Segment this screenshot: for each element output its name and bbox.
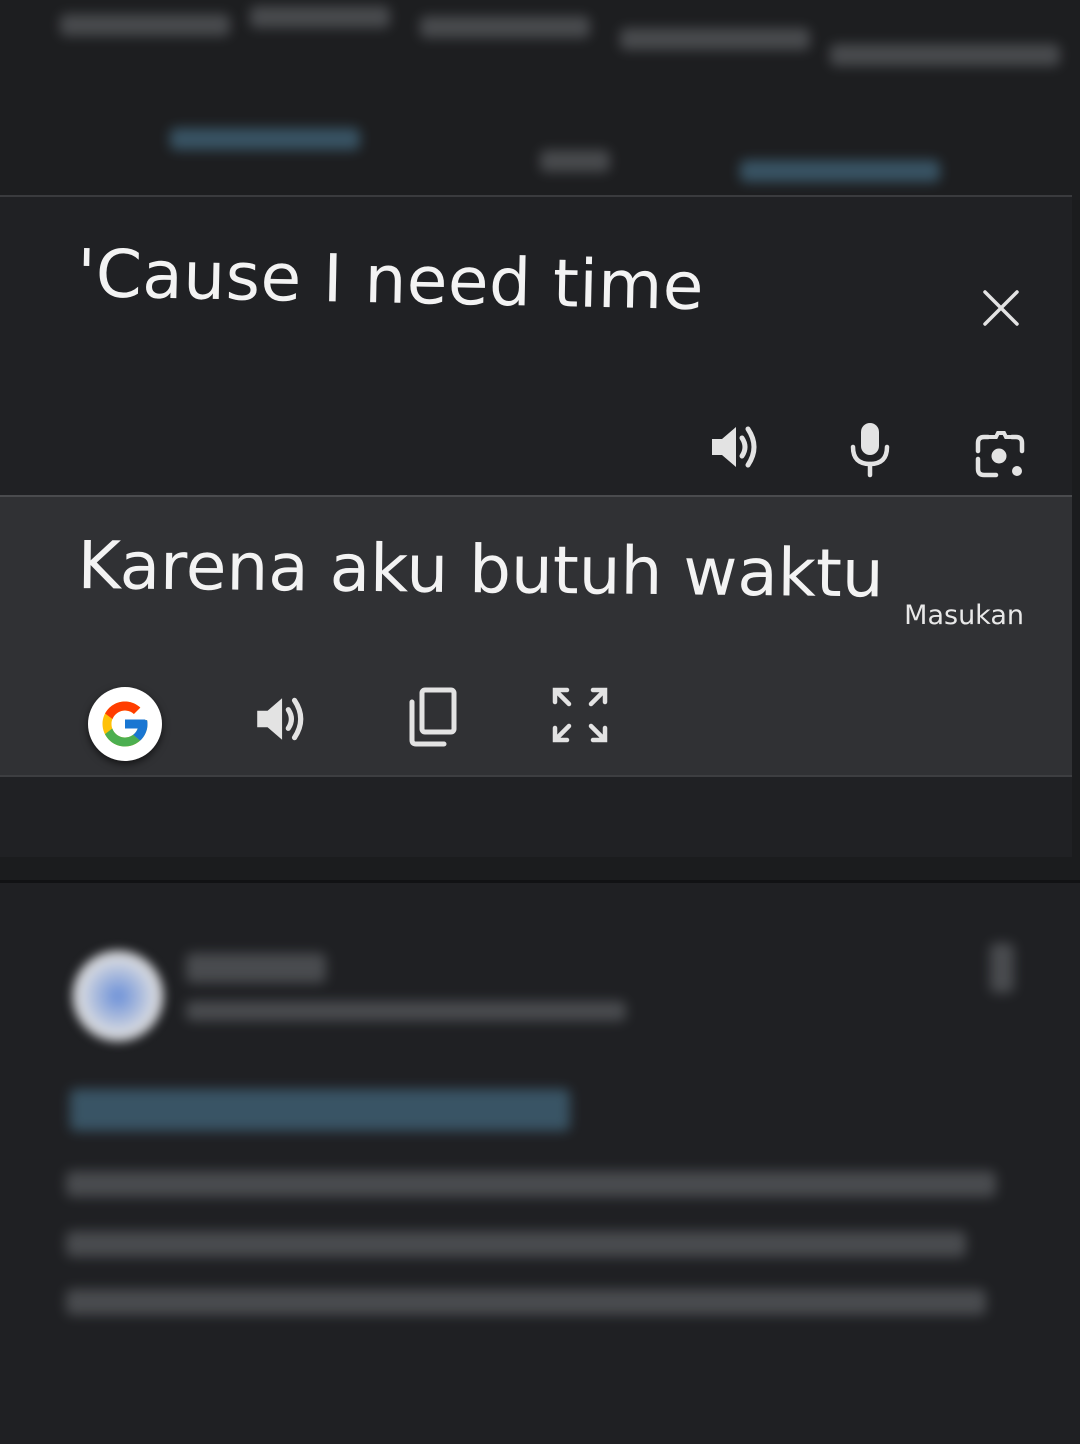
listen-source-button[interactable] <box>702 415 766 479</box>
translation-panel: Karena aku butuh waktu <box>0 495 1072 777</box>
translate-card: 'Cause I need time Karena aku butuh wakt… <box>0 195 1072 857</box>
camera-translate-button[interactable] <box>968 423 1032 487</box>
blurred-text <box>186 953 326 983</box>
google-logo-icon <box>102 701 148 747</box>
microphone-icon <box>850 423 890 478</box>
blurred-text <box>66 1289 986 1315</box>
blurred-text <box>620 28 810 50</box>
source-text[interactable]: 'Cause I need time <box>76 235 704 325</box>
blurred-background-top <box>0 0 1080 200</box>
blurred-text <box>66 1171 996 1197</box>
blurred-icon <box>990 943 1014 993</box>
fullscreen-icon <box>552 687 608 743</box>
blurred-text <box>420 16 590 38</box>
copy-icon <box>409 687 457 747</box>
copy-translation-button[interactable] <box>398 683 466 751</box>
clear-button[interactable] <box>976 283 1026 333</box>
translation-text: Karena aku butuh waktu <box>77 527 885 613</box>
blurred-tab <box>740 160 940 182</box>
blurred-text <box>830 44 1060 66</box>
blurred-text <box>60 14 230 36</box>
blurred-tab <box>170 128 360 150</box>
listen-translation-button[interactable] <box>246 685 314 753</box>
blurred-text <box>186 1001 626 1021</box>
speaker-icon <box>257 697 304 741</box>
blurred-search-result <box>0 880 1080 1444</box>
close-icon <box>983 290 1019 326</box>
fullscreen-button[interactable] <box>546 681 614 749</box>
blurred-text <box>250 6 390 28</box>
speaker-icon <box>712 426 757 468</box>
blurred-tab <box>540 150 610 172</box>
google-search-button[interactable] <box>88 687 162 761</box>
voice-input-button[interactable] <box>838 417 902 481</box>
blurred-text <box>66 1231 966 1257</box>
blurred-text <box>70 1089 570 1131</box>
blurred-avatar <box>72 950 164 1042</box>
camera-lens-icon <box>975 431 1025 478</box>
feedback-link[interactable]: Masukan <box>904 600 1024 631</box>
